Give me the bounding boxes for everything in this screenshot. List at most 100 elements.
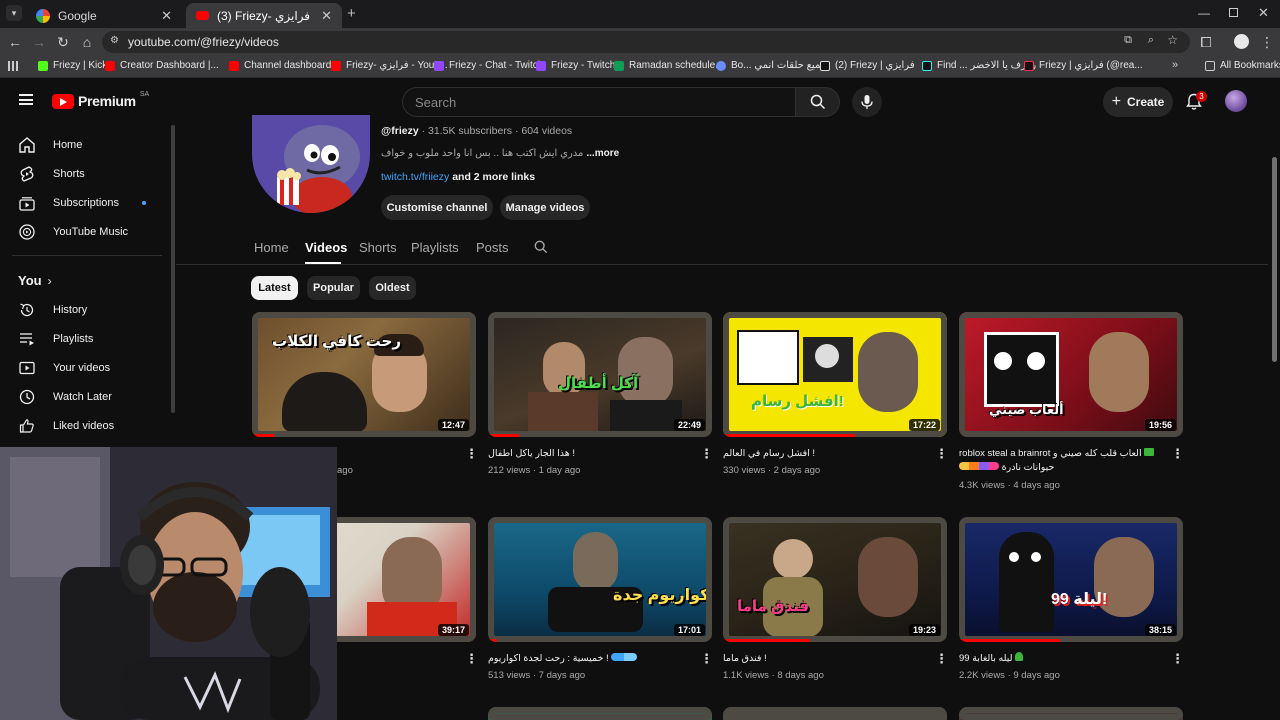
tab-playlists[interactable]: Playlists (411, 240, 459, 255)
customise-channel-button[interactable]: Customise channel (381, 195, 493, 220)
sidebar-item-subscriptions[interactable]: Subscriptions (0, 189, 170, 217)
video-thumbnail[interactable] (959, 707, 1183, 720)
manage-videos-button[interactable]: Manage videos (500, 195, 590, 220)
restore-window-icon[interactable] (1229, 8, 1238, 17)
hamburger-menu-icon[interactable] (19, 94, 33, 105)
video-title[interactable]: العاب قلب كله صيني و roblox steal a brai… (959, 447, 1165, 461)
site-info-icon[interactable]: ⚙ (110, 35, 119, 46)
video-thumbnail[interactable]: فندق ماما 19:23 (723, 517, 947, 642)
webcam-overlay (0, 447, 337, 720)
bookmark-item[interactable]: (2) Friezy | فرايزي (820, 60, 915, 71)
tab-videos[interactable]: Videos (305, 240, 347, 255)
video-options-menu-icon[interactable]: ⋮ (1171, 447, 1184, 461)
tab-home[interactable]: Home (254, 240, 289, 255)
tab-posts[interactable]: Posts (476, 240, 509, 255)
video-options-menu-icon[interactable]: ⋮ (465, 652, 478, 666)
bookmark-item[interactable]: Find ... رفرف يا الاخضر (922, 60, 1036, 71)
video-duration: 22:49 (673, 419, 705, 431)
video-thumbnail[interactable]: أكواريوم جدة 17:01 (488, 517, 712, 642)
sidebar-item-playlists[interactable]: Playlists (0, 325, 170, 353)
search-placeholder: Search (415, 95, 457, 110)
you-heading: You (18, 273, 42, 288)
video-title[interactable]: ! افشل رسام في العالم (723, 447, 929, 461)
channel-avatar[interactable] (252, 115, 370, 213)
google-icon (36, 8, 50, 23)
bookmark-item[interactable]: Ramadan schedule... (614, 60, 724, 71)
video-title[interactable]: ليله بالغابة 99 (959, 652, 1165, 666)
video-options-menu-icon[interactable]: ⋮ (935, 652, 948, 666)
sidebar-scrollbar[interactable] (171, 125, 175, 413)
sidebar-item-shorts[interactable]: Shorts (0, 160, 170, 188)
close-tab-icon[interactable]: ✕ (321, 8, 332, 24)
video-thumbnail[interactable]: افشل رسام! 17:22 (723, 312, 947, 437)
tab-shorts[interactable]: Shorts (359, 240, 397, 255)
video-thumbnail[interactable]: ألعاب صيني 19:56 (959, 312, 1183, 437)
zoom-icon[interactable]: ⌕ (1148, 34, 1154, 47)
bookmark-item[interactable]: Friezy | فرايزي (@rea... (1024, 60, 1143, 71)
new-tab-button[interactable]: + (347, 5, 356, 22)
video-title[interactable]: ! خميسية : رحت لجدة اكواريوم (488, 652, 694, 666)
bookmark-item[interactable]: Friezy- فرايزي - YouT... (331, 60, 448, 71)
bookmark-item[interactable]: Friezy - Chat - Twitch (434, 60, 543, 71)
address-bar-url: youtube.com/@friezy/videos (128, 35, 279, 49)
video-thumbnail[interactable] (488, 707, 712, 720)
bookmark-star-icon[interactable]: ☆ (1167, 33, 1178, 47)
home-browser-icon[interactable]: ⌂ (79, 34, 95, 50)
profile-icon[interactable] (1234, 34, 1249, 49)
bookmarks-overflow-icon[interactable]: » (1172, 59, 1178, 71)
bookmark-item[interactable]: Channel dashboard... (229, 60, 340, 71)
reload-icon[interactable]: ↻ (55, 34, 71, 50)
install-app-icon[interactable]: ⧉ (1124, 34, 1132, 47)
forward-arrow-icon[interactable]: → (31, 34, 47, 50)
close-tab-icon[interactable]: ✕ (161, 8, 172, 24)
browser-tab-youtube[interactable]: (3) Friezy- فرايزي - YouTube ✕ (186, 3, 342, 28)
page-scrollbar[interactable] (1272, 157, 1277, 362)
search-input[interactable]: Search (402, 87, 796, 117)
voice-search-button[interactable] (852, 87, 882, 117)
sidebar-item-watch-later[interactable]: Watch Later (0, 383, 170, 411)
video-thumbnail[interactable]: آكل أطفال 22:49 (488, 312, 712, 437)
channel-search-icon[interactable] (534, 240, 548, 254)
sidebar-item-history[interactable]: History (0, 296, 170, 324)
apps-grid-icon[interactable] (8, 61, 18, 71)
account-avatar[interactable] (1225, 90, 1247, 112)
bookmark-item[interactable]: Friezy - Twitch (536, 60, 615, 71)
address-bar[interactable]: ⚙ youtube.com/@friezy/videos ⧉ ⌕ ☆ (102, 31, 1190, 53)
description-more-link[interactable]: ...more (586, 148, 619, 159)
filter-chip-oldest[interactable]: Oldest (369, 276, 416, 300)
twitch-link[interactable]: twitch.tv/friiezy (381, 171, 449, 183)
sidebar-item-home[interactable]: Home (0, 131, 170, 159)
video-title[interactable]: ! فندق ماما (723, 652, 929, 666)
filter-chip-popular[interactable]: Popular (307, 276, 360, 300)
browser-tab-google[interactable]: Google ✕ (26, 3, 182, 28)
video-options-menu-icon[interactable]: ⋮ (700, 652, 713, 666)
video-options-menu-icon[interactable]: ⋮ (1171, 652, 1184, 666)
video-options-menu-icon[interactable]: ⋮ (700, 447, 713, 461)
minimize-window-icon[interactable]: — (1198, 6, 1210, 20)
video-options-menu-icon[interactable]: ⋮ (465, 447, 478, 461)
bookmark-item[interactable]: Friezy | Kick (38, 60, 107, 71)
close-window-icon[interactable]: ✕ (1258, 5, 1269, 21)
extensions-icon[interactable]: ⧠ (1198, 34, 1214, 50)
video-options-menu-icon[interactable]: ⋮ (935, 447, 948, 461)
create-button[interactable]: + Create (1103, 87, 1173, 117)
sidebar-item-your-videos[interactable]: Your videos (0, 354, 170, 382)
search-button[interactable] (796, 87, 840, 117)
browser-menu-icon[interactable]: ⋮ (1259, 34, 1275, 50)
sidebar-item-liked-videos[interactable]: Liked videos (0, 412, 170, 440)
more-links[interactable]: and 2 more links (452, 171, 535, 183)
channel-description[interactable]: مدري ايش اكتب هنا .. بس انا واحد ملوب و … (381, 148, 619, 159)
youtube-logo[interactable]: Premium SA (52, 91, 149, 109)
tab-search-chevron-icon[interactable]: ▾ (6, 5, 22, 21)
video-title[interactable]: ! هذا الجار ياكل اطفال (488, 447, 694, 461)
bookmark-item[interactable]: Bo... جميع حلقات انمي (716, 60, 827, 71)
video-thumbnail[interactable]: رحت كافي الكلاب 12:47 (252, 312, 476, 437)
video-thumbnail[interactable]: 99 ليلة! 38:15 (959, 517, 1183, 642)
all-bookmarks-folder[interactable]: All Bookmarks (1205, 60, 1280, 71)
video-thumbnail[interactable] (723, 707, 947, 720)
sidebar-you-section[interactable]: You › (18, 273, 52, 288)
bookmark-item[interactable]: Creator Dashboard |... (105, 60, 219, 71)
filter-chip-latest[interactable]: Latest (251, 276, 298, 300)
sidebar-item-youtube-music[interactable]: YouTube Music (0, 218, 170, 246)
back-arrow-icon[interactable]: ← (7, 34, 23, 50)
